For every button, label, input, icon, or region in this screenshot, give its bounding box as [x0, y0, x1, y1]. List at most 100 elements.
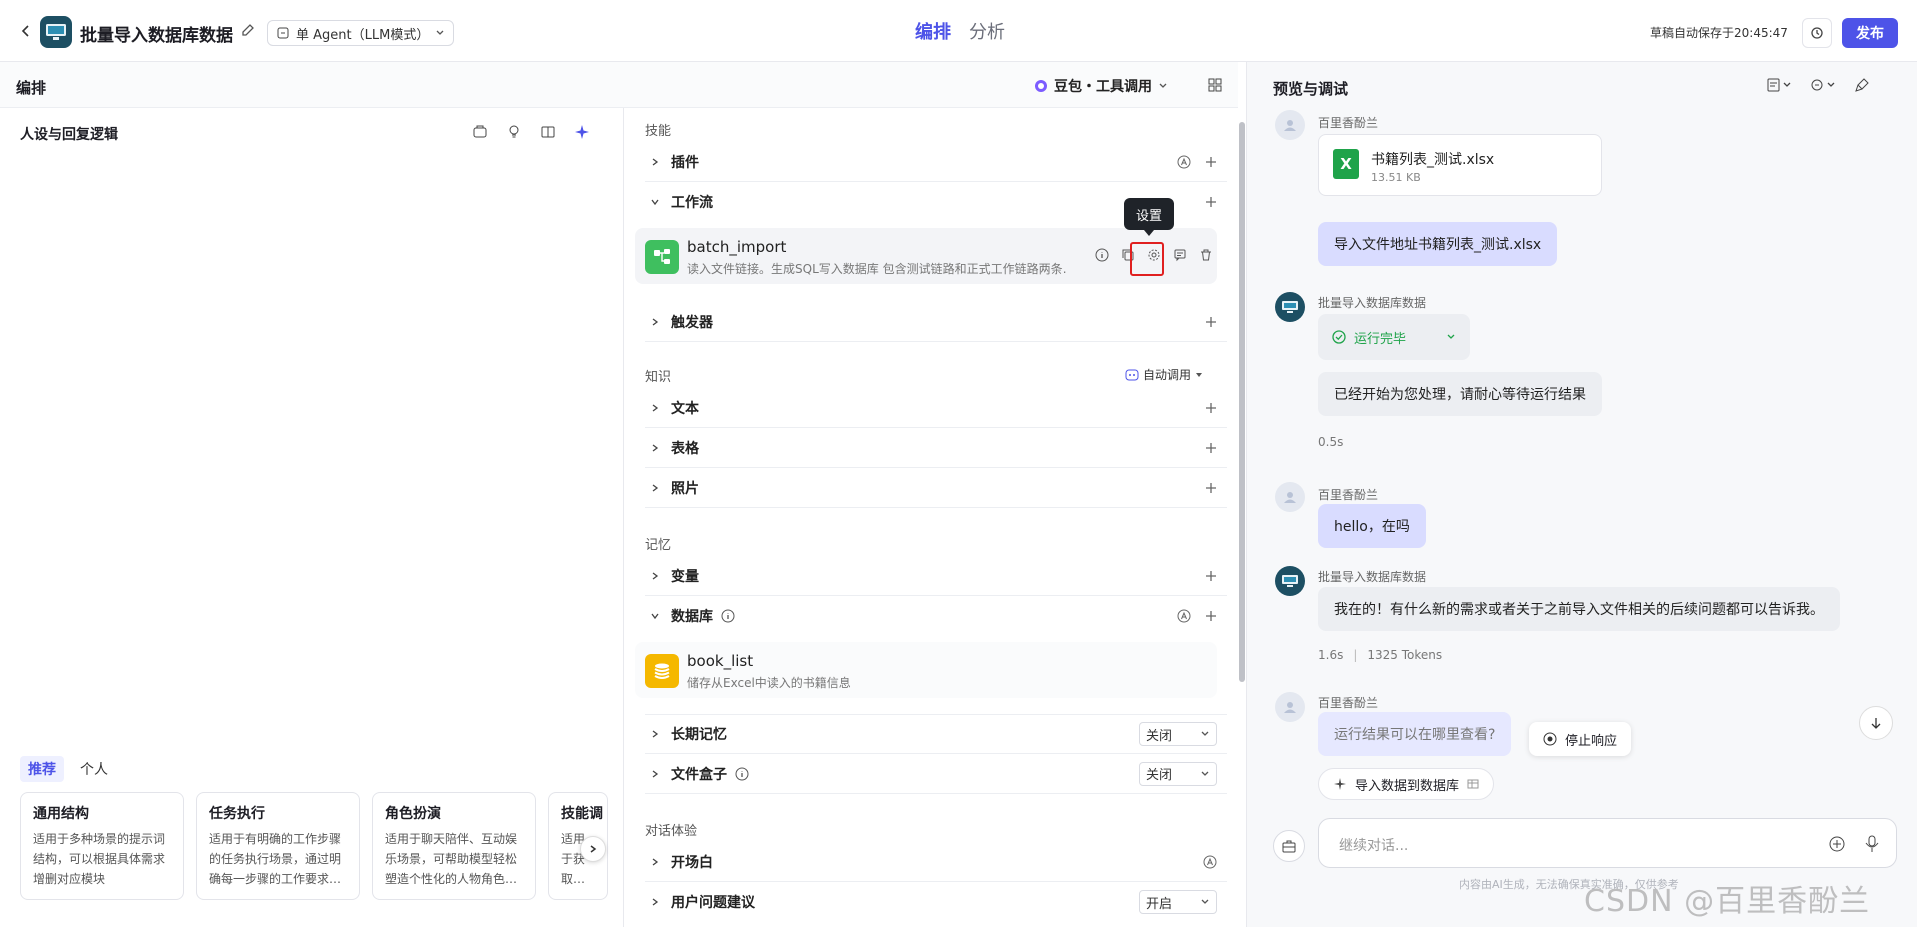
- table-row[interactable]: 表格: [645, 428, 1227, 468]
- file-size: 13.51 KB: [1371, 171, 1421, 184]
- feedback-icon[interactable]: [1173, 248, 1187, 262]
- template-card[interactable]: 角色扮演 适用于聊天陪伴、互动娱乐场景，可帮助模型轻松塑造个性化的人物角色…: [372, 792, 536, 900]
- auto-badge-icon[interactable]: [1203, 855, 1217, 869]
- shortcut-chip[interactable]: 导入数据到数据库: [1318, 768, 1495, 800]
- chevron-right-icon: [652, 857, 659, 866]
- chevron-down-icon: [651, 613, 659, 620]
- variable-icon[interactable]: [1811, 78, 1837, 92]
- chat-input-box[interactable]: 继续对话...: [1318, 818, 1897, 868]
- stop-response-button[interactable]: 停止响应: [1529, 722, 1632, 756]
- scrollbar-thumb[interactable]: [1239, 122, 1245, 682]
- skills-scrollbar[interactable]: [1238, 108, 1246, 927]
- edit-header: 编排 豆包・工具调用: [0, 62, 1238, 108]
- history-button[interactable]: [1802, 18, 1832, 48]
- preview-title: 预览与调试: [1273, 80, 1349, 98]
- info-icon[interactable]: [735, 767, 749, 781]
- template-card-title: 技能调: [561, 806, 603, 822]
- photo-label: 照片: [671, 480, 699, 497]
- prompt-library-icon[interactable]: [472, 124, 488, 140]
- clear-brush-icon[interactable]: [1855, 78, 1869, 92]
- bot-avatar: [1275, 566, 1305, 596]
- filebox-select[interactable]: 关闭: [1139, 761, 1217, 786]
- suggestion-select[interactable]: 开启: [1139, 890, 1217, 914]
- plugin-row[interactable]: 插件: [645, 142, 1227, 182]
- debug-detail-icon[interactable]: [1767, 78, 1793, 92]
- variable-label: 变量: [671, 568, 699, 585]
- add-icon[interactable]: [1205, 316, 1217, 328]
- back-icon[interactable]: [14, 19, 38, 43]
- agent-mode-icon: [277, 27, 289, 39]
- scroll-bottom-button[interactable]: [1859, 706, 1893, 740]
- chevron-right-icon: [652, 443, 659, 452]
- run-status[interactable]: 运行完毕: [1318, 314, 1470, 360]
- lightbulb-icon[interactable]: [506, 124, 522, 140]
- add-icon[interactable]: [1205, 570, 1217, 582]
- opening-row[interactable]: 开场白: [645, 842, 1227, 882]
- delete-icon[interactable]: [1199, 248, 1213, 262]
- settings-tooltip: 设置: [1124, 198, 1174, 236]
- template-card[interactable]: 任务执行 适用于有明确的工作步骤的任务执行场景，通过明确每一步骤的工作要求…: [196, 792, 360, 900]
- top-bar: 批量导入数据库数据 单 Agent（LLM模式） 编排 分析 草稿自动保存于20…: [0, 0, 1917, 62]
- mode-select[interactable]: 单 Agent（LLM模式）: [267, 20, 455, 46]
- tab-analysis[interactable]: 分析: [969, 18, 1005, 44]
- publish-button[interactable]: 发布: [1842, 18, 1898, 48]
- long-memory-select[interactable]: 关闭: [1139, 722, 1217, 746]
- carousel-next-button[interactable]: [580, 836, 606, 862]
- shortcut-label: 导入数据到数据库: [1355, 778, 1460, 794]
- main-tabs: 编排 分析: [915, 18, 1005, 44]
- microphone-icon[interactable]: [1865, 835, 1879, 853]
- agent-avatar: [40, 16, 72, 48]
- trigger-row[interactable]: 触发器: [645, 302, 1227, 342]
- trigger-label: 触发器: [671, 314, 713, 331]
- file-attachment[interactable]: X 书籍列表_测试.xlsx 13.51 KB: [1318, 134, 1602, 196]
- compare-icon[interactable]: [540, 124, 556, 140]
- tab-arrange[interactable]: 编排: [915, 18, 951, 44]
- tab-recommend[interactable]: 推荐: [20, 756, 64, 782]
- add-icon[interactable]: [1205, 196, 1217, 208]
- section-dialog-title: 对话体验: [645, 824, 698, 839]
- filebox-row[interactable]: 文件盒子 关闭: [645, 754, 1227, 794]
- add-icon[interactable]: [1205, 442, 1217, 454]
- mode-label: 单 Agent（LLM模式）: [296, 27, 430, 43]
- info-icon[interactable]: [721, 609, 735, 623]
- add-icon[interactable]: [1205, 610, 1217, 622]
- template-card[interactable]: 通用结构 适用于多种场景的提示词结构，可以根据具体需求增删对应模块: [20, 792, 184, 900]
- model-select[interactable]: 豆包・工具调用: [1034, 76, 1168, 96]
- long-memory-row[interactable]: 长期记忆 关闭: [645, 714, 1227, 754]
- add-attachment-icon[interactable]: [1829, 836, 1845, 852]
- user-name: 百里香酚兰: [1318, 696, 1379, 710]
- auto-call-icon: [1125, 369, 1139, 380]
- template-card-title: 任务执行: [209, 806, 265, 822]
- auto-badge-icon[interactable]: [1177, 155, 1191, 169]
- auto-badge-icon[interactable]: [1177, 609, 1191, 623]
- shortcut-toggle-button[interactable]: [1273, 830, 1305, 862]
- add-icon[interactable]: [1205, 402, 1217, 414]
- add-icon[interactable]: [1205, 156, 1217, 168]
- info-icon[interactable]: [1095, 248, 1109, 262]
- bot-message: 我在的！有什么新的需求或者关于之前导入文件相关的后续问题都可以告诉我。: [1318, 587, 1840, 631]
- database-icon: [645, 654, 679, 688]
- add-icon[interactable]: [1205, 482, 1217, 494]
- photo-row[interactable]: 照片: [645, 468, 1227, 508]
- section-skills-title: 技能: [645, 124, 672, 139]
- template-card-desc: 适用于聊天陪伴、互动娱乐场景，可帮助模型轻松塑造个性化的人物角色…: [385, 832, 518, 886]
- database-item[interactable]: book_list 储存从Excel中读入的书籍信息: [635, 642, 1217, 698]
- briefcase-icon: [1282, 840, 1296, 853]
- filebox-label: 文件盒子: [671, 766, 727, 783]
- variable-row[interactable]: 变量: [645, 556, 1227, 596]
- sparkle-icon: [1334, 778, 1346, 790]
- layout-grid-icon[interactable]: [1207, 77, 1223, 93]
- suggestion-row[interactable]: 用户问题建议 开启: [645, 882, 1227, 922]
- ai-optimize-icon[interactable]: [574, 124, 590, 140]
- edit-icon[interactable]: [240, 22, 256, 38]
- bot-message: 已经开始为您处理，请耐心等待运行结果: [1318, 372, 1602, 416]
- auto-call-select[interactable]: 自动调用: [1125, 366, 1203, 383]
- long-memory-value: 关闭: [1146, 728, 1173, 744]
- user-message: hello，在吗: [1318, 504, 1426, 548]
- section-knowledge-title: 知识: [645, 370, 672, 385]
- tab-personal[interactable]: 个人: [72, 756, 116, 782]
- meta-divider: |: [1353, 648, 1358, 662]
- text-row[interactable]: 文本: [645, 388, 1227, 428]
- plugin-label: 插件: [671, 154, 699, 171]
- database-row[interactable]: 数据库: [645, 596, 1227, 636]
